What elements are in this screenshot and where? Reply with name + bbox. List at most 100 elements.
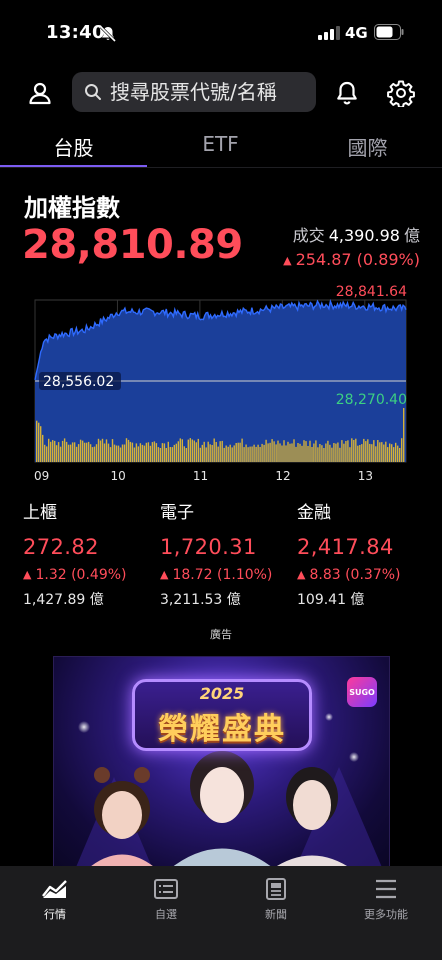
volume-bar [217, 446, 219, 462]
search-input[interactable] [110, 80, 310, 104]
volume-bar [65, 441, 68, 462]
news-icon [266, 878, 286, 900]
volume-bar [239, 442, 241, 462]
volume-bar [355, 438, 357, 462]
up-triangle-icon: ▲ [160, 568, 169, 581]
volume-value: 4,390.98 [328, 226, 400, 245]
index-chart[interactable]: 28,556.02 28,841.64 28,270.40 09 10 11 12 13 [0, 280, 442, 490]
volume-bar [177, 441, 179, 462]
sub-index-otc[interactable]: 上櫃 272.82 ▲ 1.32 (0.49%) 1,427.89 億 [23, 498, 127, 609]
status-time: 13:40 [46, 22, 105, 43]
volume-bar [229, 444, 231, 462]
volume-bar [83, 442, 86, 462]
index-change: ▲ 254.87 (0.89%) [283, 250, 420, 269]
volume-bar [223, 447, 225, 462]
volume-bar [241, 438, 243, 462]
volume-bar [287, 441, 289, 462]
tab-taiwan-stocks[interactable]: 台股 [0, 124, 147, 168]
up-triangle-icon: ▲ [23, 568, 32, 581]
volume-label: 成交 [292, 226, 325, 245]
volume-bar [50, 441, 52, 462]
search-box[interactable] [72, 72, 316, 112]
volume-bar [307, 446, 309, 462]
index-value: 28,810.89 [22, 222, 243, 268]
volume-bar [347, 440, 349, 462]
volume-bar [233, 445, 235, 462]
nav-quotes[interactable]: 行情 [15, 878, 95, 922]
volume-bar [215, 442, 217, 462]
volume-bar [173, 444, 175, 462]
bell-icon[interactable] [331, 77, 363, 109]
volume-bar [133, 447, 136, 462]
volume-bar [113, 444, 116, 462]
volume-bar [397, 445, 399, 462]
index-title[interactable]: 加權指數 [24, 188, 120, 223]
volume-bar [185, 448, 187, 462]
volume-bar [399, 448, 401, 462]
volume-bar [249, 446, 251, 462]
volume-bar [387, 447, 389, 462]
volume-bar [191, 439, 193, 462]
up-triangle-icon: ▲ [297, 568, 306, 581]
volume-bar [199, 447, 201, 462]
index-volume: 成交 4,390.98 億 [293, 222, 420, 246]
volume-bar [93, 446, 96, 462]
volume-bar [273, 441, 275, 462]
volume-bar [157, 447, 160, 462]
sub-index-change: ▲ 8.83 (0.37%) [297, 567, 401, 583]
volume-bar [211, 445, 213, 462]
volume-bar [291, 443, 293, 462]
volume-bar [61, 440, 64, 462]
volume-bar [305, 441, 307, 462]
sub-index-name: 金融 [297, 503, 331, 523]
volume-bar [289, 443, 291, 462]
volume-bar [187, 439, 189, 462]
volume-bar [205, 447, 207, 462]
volume-bar [131, 442, 134, 462]
x-tick-label: 10 [110, 469, 125, 483]
volume-bar [125, 438, 128, 462]
user-icon[interactable] [24, 77, 56, 109]
volume-bar [95, 444, 98, 462]
volume-bar [381, 442, 383, 462]
volume-bar [87, 441, 90, 462]
high-label: 28,841.64 [336, 284, 407, 300]
x-axis-ticks: 09 10 11 12 13 [34, 469, 373, 483]
volume-bar [373, 440, 375, 462]
volume-bar [219, 441, 221, 462]
nav-label: 更多功能 [364, 908, 408, 921]
volume-bar [403, 408, 405, 462]
volume-bar [145, 442, 148, 462]
volume-bar [343, 443, 345, 462]
volume-bar [179, 438, 181, 462]
volume-bar [105, 439, 108, 462]
tab-etf[interactable]: ETF [147, 124, 294, 168]
volume-bar [379, 442, 381, 462]
volume-bar [97, 438, 100, 462]
volume-bar [44, 444, 46, 462]
sub-index-electronics[interactable]: 電子 1,720.31 ▲ 18.72 (1.10%) 3,211.53 億 [160, 498, 272, 609]
sub-index-volume: 3,211.53 億 [160, 592, 241, 608]
volume-bar [221, 440, 223, 462]
nav-news[interactable]: 新聞 [236, 878, 316, 922]
volume-bar [81, 440, 84, 462]
gear-icon[interactable] [385, 77, 417, 109]
ad-banner[interactable]: 2025 榮耀盛典 SUGO [53, 656, 390, 871]
sub-index-finance[interactable]: 金融 2,417.84 ▲ 8.83 (0.37%) 109.41 億 [297, 498, 401, 609]
volume-bar [271, 439, 273, 462]
volume-bar [295, 446, 297, 462]
volume-bar [275, 444, 277, 462]
volume-bar [331, 447, 333, 462]
sub-index-name: 上櫃 [23, 503, 57, 523]
low-label: 28,270.40 [336, 392, 407, 408]
ad-title: 榮耀盛典 [158, 712, 286, 747]
volume-bar [253, 444, 255, 462]
volume-bar [315, 440, 317, 462]
tab-international[interactable]: 國際 [294, 124, 441, 168]
volume-bar [149, 445, 152, 462]
nav-watchlist[interactable]: 自選 [126, 878, 206, 922]
nav-more[interactable]: 更多功能 [346, 878, 426, 922]
volume-bar [235, 443, 237, 462]
volume-bar [283, 440, 285, 462]
volume-bar [75, 446, 78, 462]
